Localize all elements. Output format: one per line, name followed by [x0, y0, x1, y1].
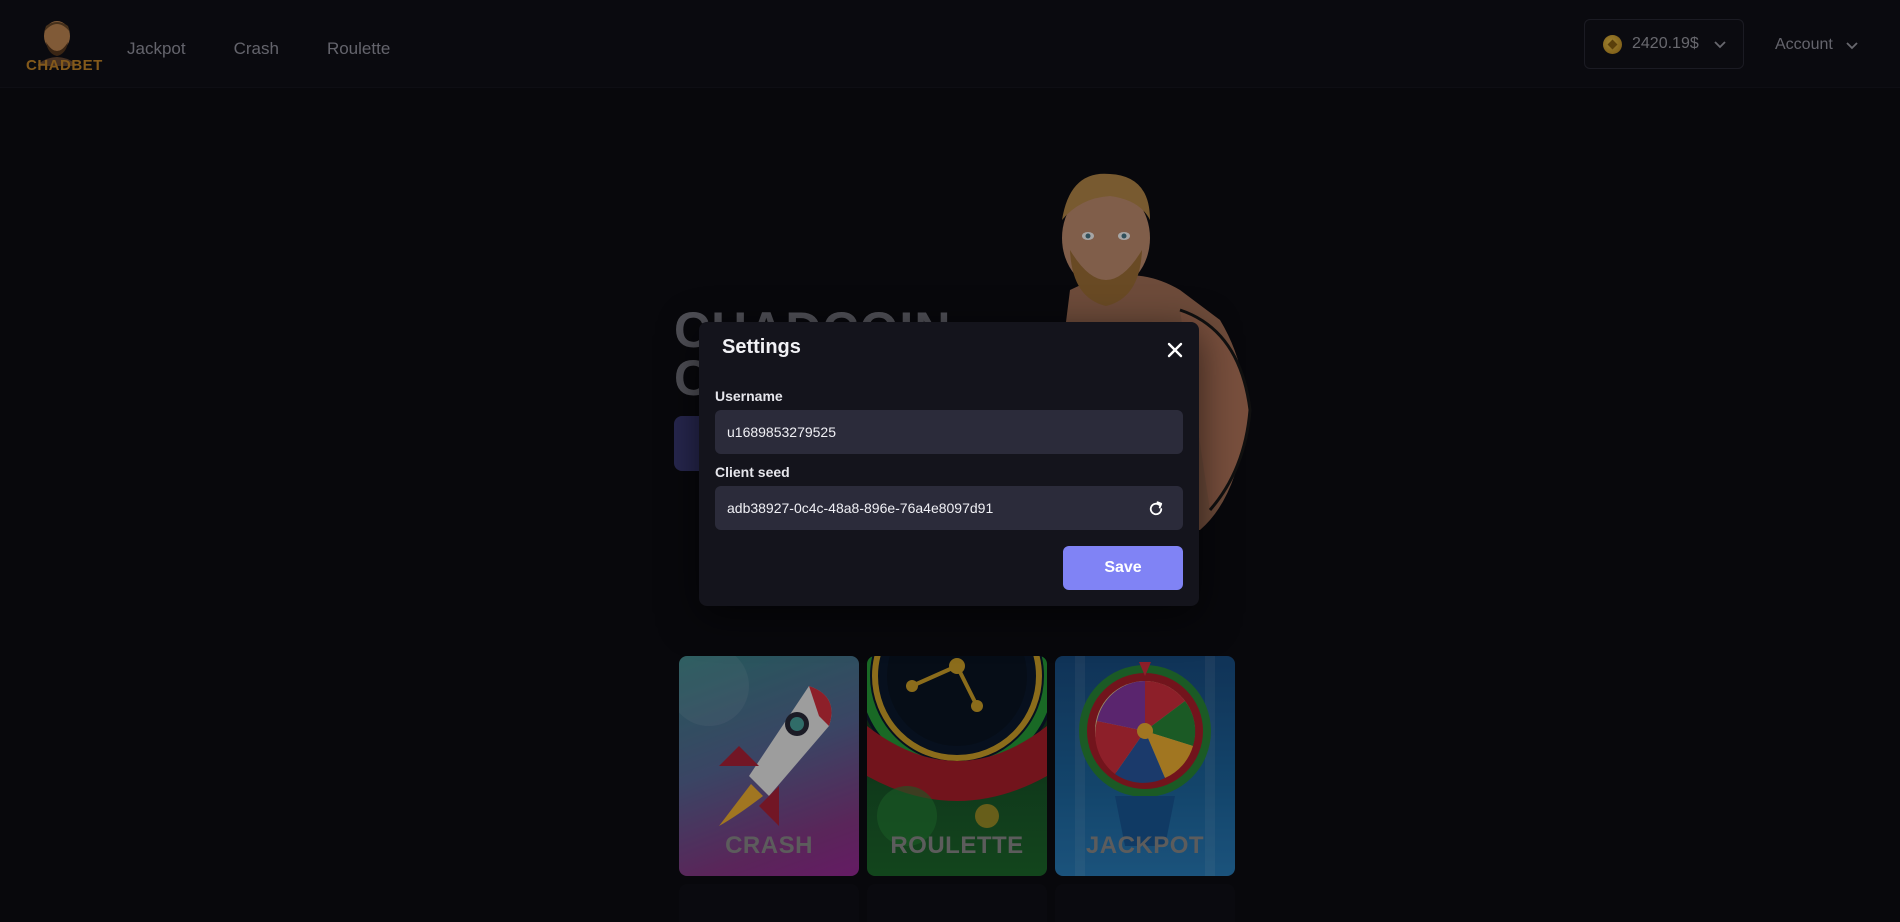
- save-button[interactable]: Save: [1063, 546, 1183, 590]
- username-label: Username: [715, 388, 783, 404]
- refresh-icon[interactable]: [1147, 500, 1165, 518]
- client-seed-input[interactable]: [715, 486, 1183, 530]
- settings-modal: Settings Username Client seed Save: [699, 322, 1199, 606]
- client-seed-label: Client seed: [715, 464, 790, 480]
- username-input[interactable]: [715, 410, 1183, 454]
- modal-title: Settings: [722, 336, 801, 358]
- close-icon[interactable]: [1163, 338, 1187, 362]
